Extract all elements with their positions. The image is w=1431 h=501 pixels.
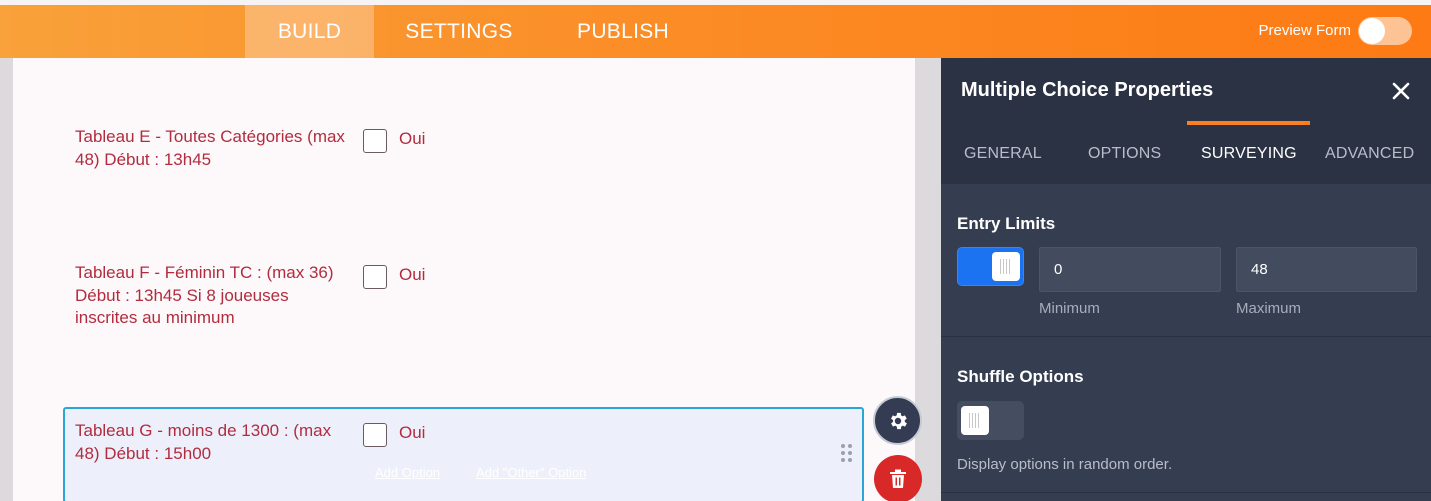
panel-title: Multiple Choice Properties [961,79,1214,101]
checkbox-tableau-f-oui[interactable] [363,265,387,289]
tab-settings[interactable]: SETTINGS [386,5,532,58]
drag-handle-icon[interactable] [841,444,855,466]
section-divider [941,336,1431,337]
trash-icon [890,469,906,488]
tab-build[interactable]: BUILD [245,5,374,58]
tab-options[interactable]: OPTIONS [1088,145,1161,163]
entry-limits-toggle[interactable] [957,247,1024,286]
minimum-label: Minimum [1039,300,1100,317]
maximum-label: Maximum [1236,300,1302,317]
add-other-option-link[interactable]: Add "Other" Option [476,465,586,480]
close-icon[interactable] [1390,80,1412,102]
tab-general[interactable]: GENERAL [964,145,1042,163]
tab-advanced[interactable]: ADVANCED [1325,145,1414,163]
shuffle-options-toggle[interactable] [957,401,1024,440]
preview-form-toggle[interactable] [1358,17,1412,45]
shuffle-options-hint: Display options in random order. [957,456,1173,473]
checkbox-tableau-e-oui[interactable] [363,129,387,153]
option-label-tableau-e[interactable]: Oui [399,129,425,149]
field-label-tableau-g[interactable]: Tableau G - moins de 1300 : (max 48) Déb… [75,420,355,465]
panel-tabs: GENERAL OPTIONS SURVEYING ADVANCED [941,125,1431,184]
shuffle-options-title: Shuffle Options [957,367,1084,386]
top-toolbar: BUILD SETTINGS PUBLISH Preview Form [0,5,1431,58]
toggle-knob [961,406,989,435]
option-label-tableau-f[interactable]: Oui [399,265,425,285]
entry-limits-title: Entry Limits [957,214,1056,233]
add-option-link[interactable]: Add Option [375,465,440,480]
toggle-knob [992,252,1020,281]
field-settings-button[interactable] [873,396,922,445]
preview-toggle-knob [1359,18,1385,44]
option-label-tableau-g[interactable]: Oui [399,423,425,443]
minimum-input[interactable]: 0 [1039,247,1221,292]
preview-form-label: Preview Form [1258,22,1351,39]
tab-publish[interactable]: PUBLISH [556,5,690,58]
field-label-tableau-e[interactable]: Tableau E - Toutes Catégories (max 48) D… [75,126,355,171]
panel-header: Multiple Choice Properties [941,58,1431,125]
section-divider [941,492,1431,493]
field-label-tableau-f[interactable]: Tableau F - Féminin TC : (max 36) Début … [75,262,355,330]
tab-surveying[interactable]: SURVEYING [1201,145,1297,163]
gear-icon [890,412,907,429]
checkbox-tableau-g-oui[interactable] [363,423,387,447]
delete-field-button[interactable] [874,455,922,501]
maximum-input[interactable]: 48 [1236,247,1417,292]
active-tab-indicator [1187,121,1310,125]
